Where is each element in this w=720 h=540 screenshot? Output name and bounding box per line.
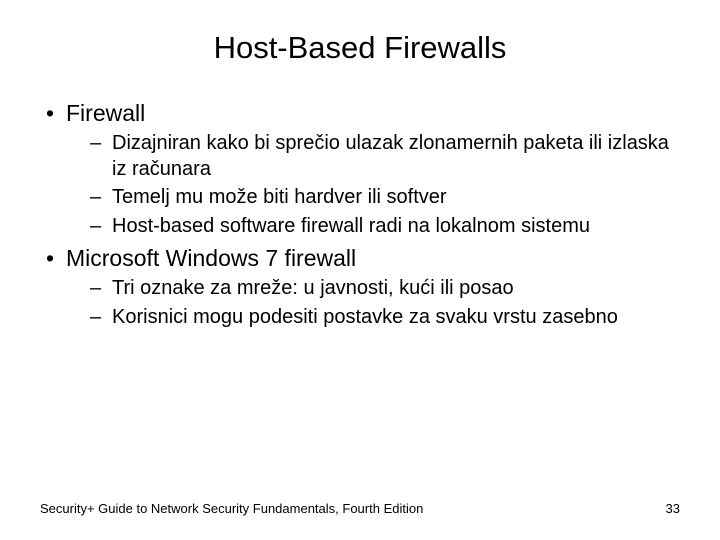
sub-bullet-text: Host-based software firewall radi na lok… bbox=[112, 215, 590, 237]
list-item: Temelj mu može biti hardver ili softver bbox=[66, 185, 680, 211]
page-number: 33 bbox=[666, 501, 680, 516]
bullet-text: Firewall bbox=[66, 100, 145, 126]
list-item: Firewall Dizajniran kako bi sprečio ulaz… bbox=[40, 100, 680, 239]
slide-title: Host-Based Firewalls bbox=[40, 30, 680, 66]
footer-source: Security+ Guide to Network Security Fund… bbox=[40, 501, 423, 516]
slide-footer: Security+ Guide to Network Security Fund… bbox=[40, 501, 680, 516]
bullet-list: Firewall Dizajniran kako bi sprečio ulaz… bbox=[40, 100, 680, 331]
sub-list: Dizajniran kako bi sprečio ulazak zlonam… bbox=[66, 131, 680, 239]
list-item: Korisnici mogu podesiti postavke za svak… bbox=[66, 305, 680, 331]
list-item: Dizajniran kako bi sprečio ulazak zlonam… bbox=[66, 131, 680, 182]
sub-bullet-text: Temelj mu može biti hardver ili softver bbox=[112, 186, 447, 208]
list-item: Host-based software firewall radi na lok… bbox=[66, 214, 680, 240]
sub-bullet-text: Dizajniran kako bi sprečio ulazak zlonam… bbox=[112, 132, 669, 180]
slide: Host-Based Firewalls Firewall Dizajniran… bbox=[0, 0, 720, 540]
bullet-text: Microsoft Windows 7 firewall bbox=[66, 245, 356, 271]
list-item: Tri oznake za mreže: u javnosti, kući il… bbox=[66, 276, 680, 302]
sub-bullet-text: Korisnici mogu podesiti postavke za svak… bbox=[112, 306, 618, 328]
sub-list: Tri oznake za mreže: u javnosti, kući il… bbox=[66, 276, 680, 330]
sub-bullet-text: Tri oznake za mreže: u javnosti, kući il… bbox=[112, 277, 514, 299]
list-item: Microsoft Windows 7 firewall Tri oznake … bbox=[40, 245, 680, 330]
